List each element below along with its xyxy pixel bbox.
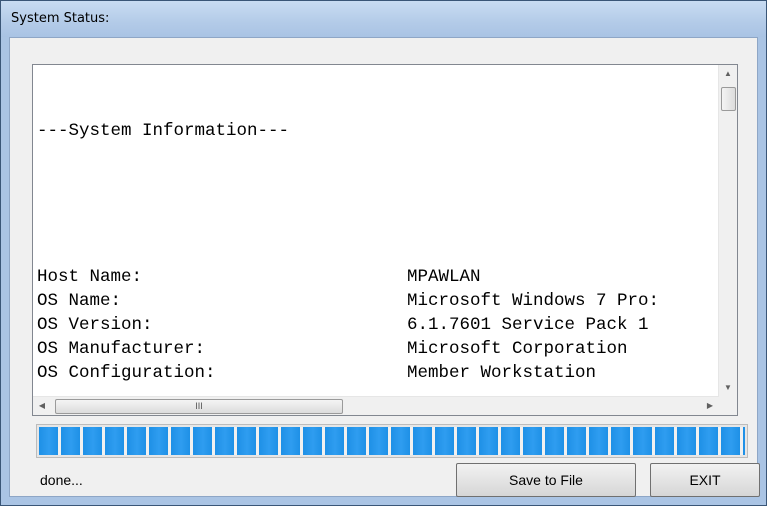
info-key: Host Name: xyxy=(37,266,143,287)
info-value: MPAWLAN xyxy=(407,266,481,287)
horizontal-scrollbar[interactable]: ◀ III ▶ xyxy=(33,396,719,415)
exit-button[interactable]: EXIT xyxy=(650,463,760,497)
info-rows: Host Name: MPAWLAN OS Name: Microsoft Windo… xyxy=(37,265,717,387)
progress-fill xyxy=(39,427,745,455)
info-row: OS Manufacturer: Microsoft Corporation xyxy=(37,337,717,361)
status-text: done... xyxy=(40,472,83,488)
info-row: OS Name: Microsoft Windows 7 Pro: xyxy=(37,289,717,313)
info-value: Microsoft Corporation xyxy=(407,339,628,360)
window-title: System Status: xyxy=(11,11,110,26)
info-row: OS Version: 6.1.7601 Service Pack 1 xyxy=(37,313,717,337)
info-header: ---System Information--- xyxy=(37,121,290,142)
info-key: OS Manufacturer: xyxy=(37,339,206,360)
vertical-scrollbar[interactable]: ▲ ▼ xyxy=(718,65,737,397)
scroll-left-icon[interactable]: ◀ xyxy=(33,397,51,415)
horizontal-scroll-thumb[interactable]: III xyxy=(55,399,343,414)
info-value: 6.1.7601 Service Pack 1 xyxy=(407,314,649,335)
client-area: ---System Information--- Host Name: MPAWL… xyxy=(9,37,760,497)
scrollbar-corner xyxy=(719,397,737,415)
title-bar[interactable]: System Status: xyxy=(1,1,766,37)
vertical-scroll-thumb[interactable] xyxy=(721,87,736,111)
info-key: OS Build Type: xyxy=(37,386,407,387)
save-to-file-button[interactable]: Save to File xyxy=(456,463,636,497)
system-info-text: ---System Information--- Host Name: MPAWL… xyxy=(37,71,717,387)
system-info-textbox[interactable]: ---System Information--- Host Name: MPAWL… xyxy=(32,64,738,416)
info-value: Microsoft Windows 7 Pro: xyxy=(407,290,660,311)
info-row: OS Configuration: Member Workstation xyxy=(37,361,717,385)
info-value: Multiprocessor Free xyxy=(407,386,607,387)
info-row: Host Name: MPAWLAN xyxy=(37,265,717,289)
system-status-window: System Status: ---System Information--- … xyxy=(0,0,767,506)
progress-bar xyxy=(36,424,748,458)
info-key: OS Version: xyxy=(37,314,153,335)
scroll-right-icon[interactable]: ▶ xyxy=(701,397,719,415)
scroll-up-icon[interactable]: ▲ xyxy=(719,65,737,83)
info-value: Member Workstation xyxy=(407,363,597,384)
info-key: OS Configuration: xyxy=(37,363,216,384)
info-row: OS Build Type:Multiprocessor Free xyxy=(37,386,717,387)
info-key: OS Name: xyxy=(37,290,122,311)
scroll-down-icon[interactable]: ▼ xyxy=(719,379,737,397)
